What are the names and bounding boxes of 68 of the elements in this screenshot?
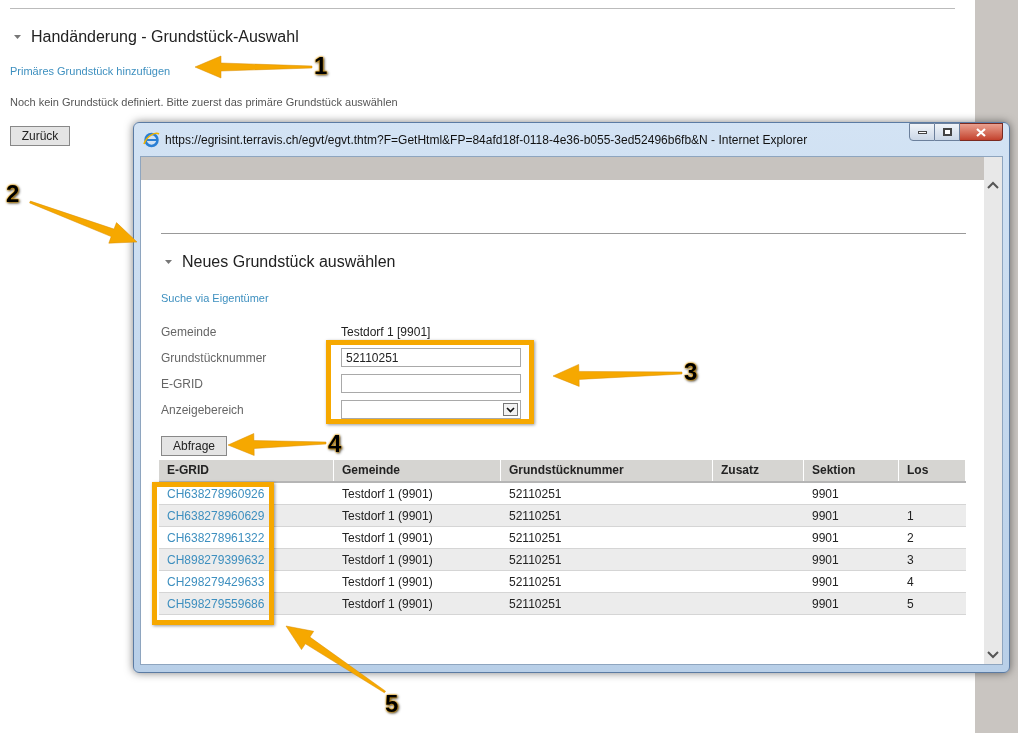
chevron-down-icon	[503, 403, 518, 416]
minimize-button[interactable]	[909, 123, 935, 141]
table-cell: 52110251	[509, 597, 562, 611]
column-header: E-GRID	[159, 459, 334, 481]
table-cell: 9901	[812, 509, 839, 523]
field-label: Gemeinde	[161, 323, 218, 341]
table-cell: 52110251	[509, 509, 562, 523]
table-cell: Testdorf 1 (9901)	[342, 531, 433, 545]
field-label: Grundstücknummer	[161, 349, 268, 367]
table-cell: 52110251	[509, 531, 562, 545]
egrid-link[interactable]: CH298279429633	[167, 575, 265, 589]
table-cell: 9901	[812, 531, 839, 545]
table-cell: 1	[907, 509, 914, 523]
table-cell: 2	[907, 531, 914, 545]
section-title: Handänderung - Grundstück-Auswahl	[31, 27, 299, 47]
owner-search-link[interactable]: Suche via Eigentümer	[161, 290, 269, 307]
dropdown-field[interactable]	[341, 400, 521, 419]
table-cell: 52110251	[509, 553, 562, 567]
collapse-caret-icon[interactable]	[165, 259, 172, 265]
field-value: Testdorf 1 [9901]	[341, 323, 431, 341]
egrid-link[interactable]: CH898279399632	[167, 553, 265, 567]
input-field[interactable]: 52110251	[341, 348, 521, 367]
column-header: Gemeinde	[334, 459, 501, 481]
field-label: Anzeigebereich	[161, 401, 245, 419]
egrid-link[interactable]: CH638278960629	[167, 509, 265, 523]
table-cell: 9901	[812, 553, 839, 567]
table-cell: 9901	[812, 575, 839, 589]
callout-number: 1	[314, 52, 328, 80]
minimize-icon	[917, 130, 927, 134]
table-cell: 52110251	[509, 487, 562, 501]
back-button[interactable]: Zurück	[10, 126, 70, 146]
callout-number: 3	[684, 358, 698, 386]
table-cell: Testdorf 1 (9901)	[342, 509, 433, 523]
egrid-link[interactable]: CH598279559686	[167, 597, 265, 611]
window-title: https://egrisint.terravis.ch/egvt/egvt.thtm?F=GetHtml&FP=84afd18f-0118-4e36-b055-3ed52496b6fb&N - Internet Explorer	[165, 131, 808, 149]
table-cell: 9901	[812, 597, 839, 611]
table-cell: Testdorf 1 (9901)	[342, 553, 433, 567]
browser-logo-icon	[143, 131, 160, 148]
table-cell: 4	[907, 575, 914, 589]
table-cell: 52110251	[509, 575, 562, 589]
table-cell: Testdorf 1 (9901)	[342, 487, 433, 501]
table-cell: 3	[907, 553, 914, 567]
info-text: Noch kein Grundstück definiert. Bitte zuerst das primäre Grundstück auswählen	[10, 94, 399, 110]
close-icon	[976, 127, 986, 137]
collapse-caret-icon[interactable]	[14, 34, 21, 40]
query-button[interactable]: Abfrage	[161, 435, 227, 456]
table-cell: 5	[907, 597, 914, 611]
table-cell: Testdorf 1 (9901)	[342, 575, 433, 589]
scroll-down-icon[interactable]	[986, 650, 1000, 660]
column-header: Zusatz	[713, 459, 804, 481]
restore-icon	[942, 128, 952, 136]
table-cell: Testdorf 1 (9901)	[342, 597, 433, 611]
egrid-link[interactable]: CH638278960926	[167, 487, 265, 501]
scroll-up-icon[interactable]	[986, 180, 1000, 190]
callout-number: 4	[328, 430, 342, 458]
close-button[interactable]	[960, 123, 1003, 141]
egrid-link[interactable]: CH638278961322	[167, 531, 265, 545]
section-title: Neues Grundstück auswählen	[182, 252, 396, 272]
callout-number: 5	[385, 690, 399, 718]
input-field[interactable]	[341, 374, 521, 393]
add-property-link[interactable]: Primäres Grundstück hinzufügen	[10, 63, 171, 80]
restore-button[interactable]	[935, 123, 960, 141]
column-header: Grundstücknummer	[501, 459, 713, 481]
table-cell: 9901	[812, 487, 839, 501]
field-label: E-GRID	[161, 375, 204, 393]
column-header: Los	[899, 459, 966, 481]
column-header: Sektion	[804, 459, 899, 481]
callout-number: 2	[6, 180, 20, 208]
